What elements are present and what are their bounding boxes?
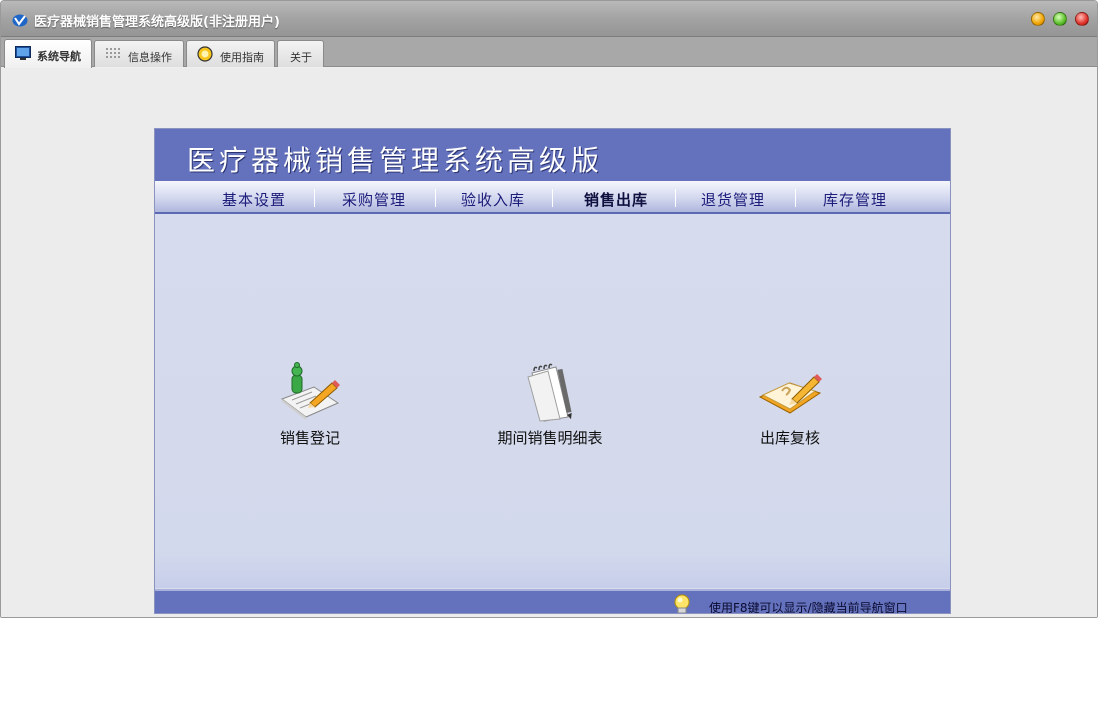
monitor-icon	[15, 46, 31, 60]
tab-system-navigation[interactable]: 系统导航	[4, 39, 92, 68]
tab-about[interactable]: 关于	[277, 40, 324, 67]
maximize-button[interactable]	[1053, 12, 1067, 26]
menu-item-purchase-management[interactable]: 采购管理	[314, 189, 434, 210]
window-title: 医疗器械销售管理系统高级版(非注册用户)	[34, 15, 280, 30]
tab-label: 关于	[290, 51, 312, 64]
navigation-panel: 医疗器械销售管理系统高级版 基本设置 采购管理 验收入库 销售出库 退货管理 库…	[154, 128, 951, 614]
function-outbound-review[interactable]: 出库复核	[710, 359, 870, 448]
function-label: 期间销售明细表	[497, 429, 603, 447]
minimize-button[interactable]	[1031, 12, 1045, 26]
function-area: 销售登记 期间销售明细表 出库复核	[155, 214, 950, 588]
grid-icon	[106, 48, 120, 58]
sales-register-icon	[280, 362, 340, 420]
menu-item-return-management[interactable]: 退货管理	[673, 189, 793, 210]
tab-label: 系统导航	[37, 50, 81, 63]
panel-footer: 使用F8键可以显示/隐藏当前导航窗口	[155, 589, 950, 614]
app-logo-icon	[12, 14, 28, 27]
menu-item-basic-settings[interactable]: 基本设置	[194, 189, 314, 210]
tab-info-operations[interactable]: 信息操作	[94, 40, 184, 67]
tab-user-guide[interactable]: 使用指南	[186, 40, 275, 67]
panel-header: 医疗器械销售管理系统高级版	[155, 129, 950, 181]
title-bar[interactable]: 医疗器械销售管理系统高级版(非注册用户)	[1, 1, 1097, 37]
panel-title: 医疗器械销售管理系统高级版	[187, 144, 604, 177]
content-area: 医疗器械销售管理系统高级版 基本设置 采购管理 验收入库 销售出库 退货管理 库…	[1, 68, 1097, 617]
book-pencil-icon	[758, 374, 822, 414]
module-menu-bar: 基本设置 采购管理 验收入库 销售出库 退货管理 库存管理	[155, 181, 950, 214]
close-button[interactable]	[1075, 12, 1089, 26]
function-label: 出库复核	[759, 429, 820, 447]
function-label: 销售登记	[279, 429, 340, 447]
menu-item-inventory-management[interactable]: 库存管理	[795, 189, 915, 210]
app-window: 医疗器械销售管理系统高级版(非注册用户) 系统导航 信息操作 使用指南 关于 医…	[0, 0, 1098, 618]
lightbulb-icon	[197, 46, 213, 62]
function-period-sales-detail[interactable]: 期间销售明细表	[470, 359, 630, 448]
menu-item-inspection-storage[interactable]: 验收入库	[433, 189, 553, 210]
footer-tip: 使用F8键可以显示/隐藏当前导航窗口	[709, 601, 908, 614]
function-sales-register[interactable]: 销售登记	[230, 359, 390, 448]
tab-bar: 系统导航 信息操作 使用指南 关于	[1, 37, 1097, 68]
lightbulb-icon	[674, 594, 690, 613]
menu-item-sales-outbound[interactable]: 销售出库	[556, 189, 676, 210]
tab-label: 使用指南	[220, 51, 264, 64]
menu-separator	[552, 189, 553, 207]
tab-label: 信息操作	[128, 51, 172, 64]
notepad-icon	[527, 363, 572, 422]
